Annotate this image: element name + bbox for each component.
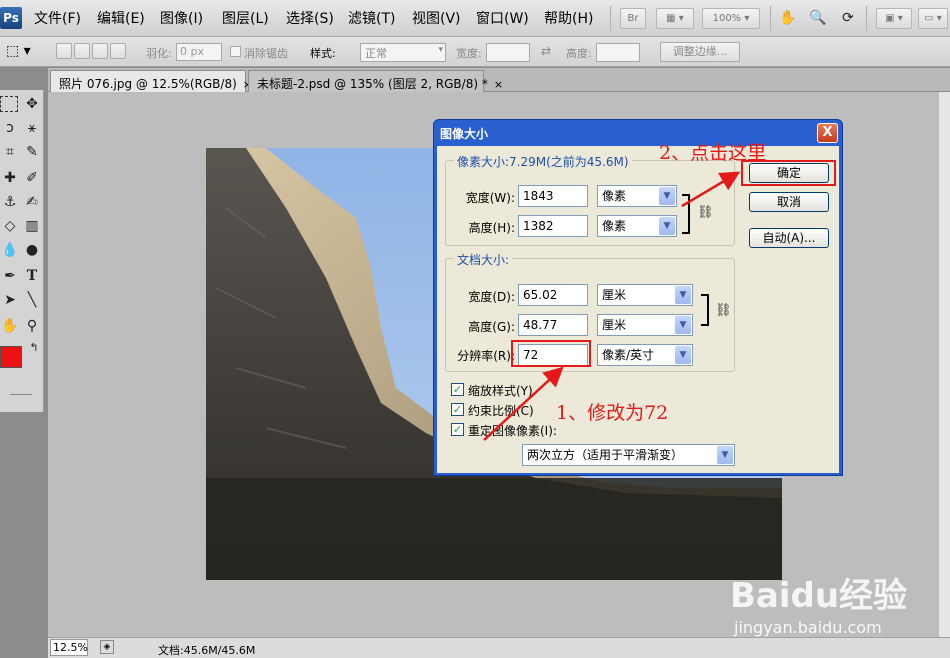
arrow-to-ok — [681, 171, 741, 208]
baidu-watermark: Baidu经验 jingyan.baidu.com — [728, 560, 943, 640]
watermark-brand: Baidu经验 — [730, 576, 908, 616]
watermark-url: jingyan.baidu.com — [734, 618, 882, 637]
arrow-to-resolution — [483, 366, 564, 441]
